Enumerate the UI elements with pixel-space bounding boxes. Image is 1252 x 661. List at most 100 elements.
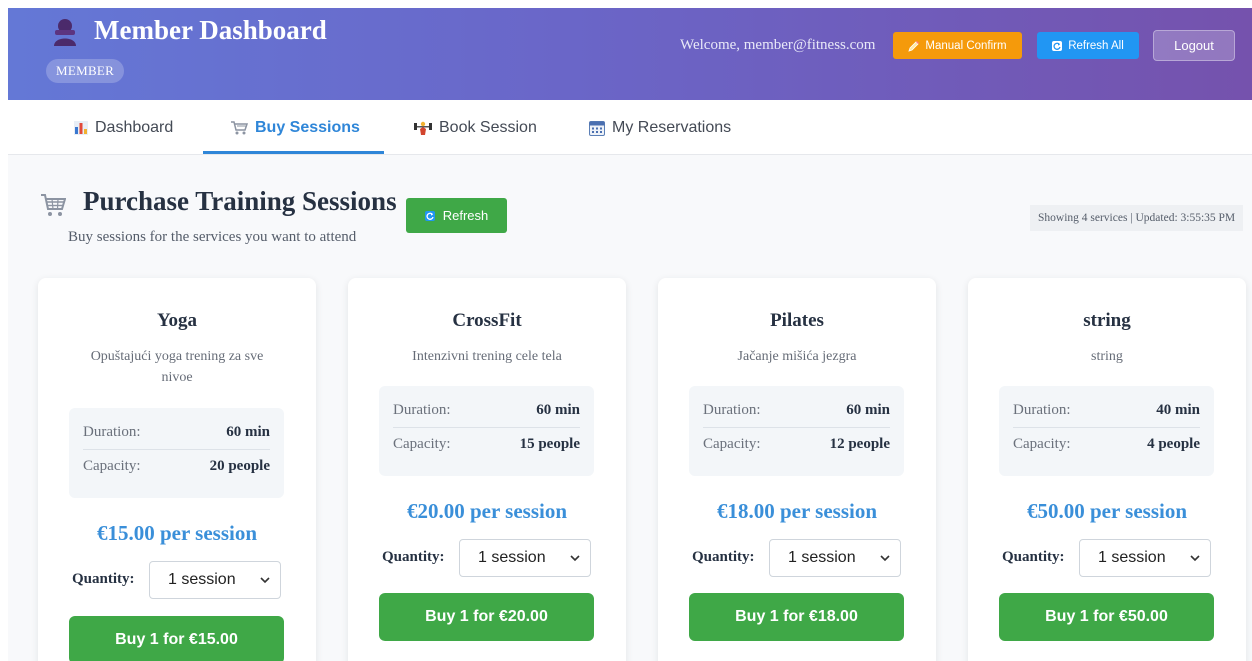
duration-value: 40 min (1156, 402, 1200, 418)
service-price: €15.00 per session (96, 521, 258, 545)
service-info-box: Duration: 60 min Capacity: 12 people (689, 386, 904, 476)
manual-confirm-button[interactable]: Manual Confirm (893, 32, 1022, 59)
duration-label: Duration: (1013, 402, 1071, 418)
service-name: string (1083, 310, 1131, 331)
capacity-value: 20 people (209, 458, 270, 474)
chevron-down-icon (880, 555, 890, 562)
service-description: Opuštajući yoga trening za sve nivoe (90, 349, 264, 385)
service-price: €20.00 per session (406, 499, 568, 523)
refresh-icon (1052, 40, 1063, 51)
quantity-value: 1 session (788, 549, 856, 566)
duration-label: Duration: (393, 402, 451, 418)
duration-value: 60 min (226, 424, 270, 440)
tab-my-reservations-label: My Reservations (612, 118, 732, 136)
tab-book-session[interactable]: Book Session (414, 100, 537, 155)
quantity-value: 1 session (168, 571, 236, 588)
capacity-row: Capacity: 4 people (1013, 433, 1200, 456)
capacity-label: Capacity: (83, 458, 141, 474)
duration-row: Duration: 60 min (83, 421, 270, 444)
capacity-row: Capacity: 15 people (393, 433, 580, 456)
service-price: €50.00 per session (1026, 499, 1188, 523)
capacity-label: Capacity: (1013, 436, 1071, 452)
info-divider (83, 449, 270, 450)
service-description: Intenzivni trening cele tela (412, 349, 562, 364)
chevron-down-icon (570, 555, 580, 562)
nav-tabs: Dashboard Buy Sessions Book Session My R… (8, 100, 1252, 155)
quantity-select[interactable]: 1 session (1079, 539, 1211, 577)
quantity-label: Quantity: (1002, 549, 1065, 565)
dashboard-header: Member Dashboard MEMBER Welcome, member@… (8, 8, 1252, 100)
quantity-select[interactable]: 1 session (459, 539, 591, 577)
weightlifter-icon (414, 121, 432, 135)
quantity-value: 1 session (478, 549, 546, 566)
capacity-value: 15 people (519, 436, 580, 452)
active-tab-indicator (203, 151, 384, 154)
service-info-box: Duration: 60 min Capacity: 20 people (69, 408, 284, 498)
tab-dashboard-label: Dashboard (95, 118, 174, 136)
service-card-pilates: Pilates Jačanje mišića jezgra Duration: … (658, 278, 936, 661)
tab-dashboard[interactable]: Dashboard (74, 100, 173, 155)
buy-button[interactable]: Buy 1 for €50.00 (999, 593, 1214, 641)
service-name: Pilates (770, 310, 824, 331)
capacity-value: 4 people (1147, 436, 1200, 452)
service-name: Yoga (156, 310, 198, 331)
buy-button[interactable]: Buy 1 for €18.00 (689, 593, 904, 641)
pencil-icon (908, 40, 920, 52)
quantity-value: 1 session (1098, 549, 1166, 566)
service-description: string (1091, 349, 1123, 364)
service-card-yoga: Yoga Opuštajući yoga trening za sve nivo… (38, 278, 316, 661)
app-frame: Member Dashboard MEMBER Welcome, member@… (8, 8, 1252, 661)
calendar-icon (589, 120, 605, 136)
refresh-label: Refresh (442, 208, 489, 223)
refresh-icon (424, 210, 435, 221)
capacity-label: Capacity: (703, 436, 761, 452)
section-title: Purchase Training Sessions (83, 186, 397, 216)
tab-book-session-label: Book Session (439, 118, 537, 136)
duration-row: Duration: 60 min (393, 399, 580, 422)
refresh-all-label: Refresh All (1068, 39, 1124, 52)
duration-label: Duration: (703, 402, 761, 418)
service-info-box: Duration: 40 min Capacity: 4 people (999, 386, 1214, 476)
service-description: Jačanje mišića jezgra (737, 349, 857, 364)
role-badge: MEMBER (46, 59, 125, 83)
buy-button[interactable]: Buy 1 for €20.00 (379, 593, 594, 641)
user-silhouette-icon (54, 19, 76, 46)
section-subtitle: Buy sessions for the services you want t… (68, 229, 357, 245)
refresh-all-button[interactable]: Refresh All (1037, 32, 1139, 59)
info-divider (1013, 427, 1200, 428)
manual-confirm-label: Manual Confirm (925, 39, 1007, 52)
welcome-text: Welcome, member@fitness.com (680, 37, 876, 53)
tab-buy-sessions[interactable]: Buy Sessions (230, 100, 360, 155)
tab-my-reservations[interactable]: My Reservations (589, 100, 731, 155)
buy-button[interactable]: Buy 1 for €15.00 (69, 616, 284, 661)
capacity-row: Capacity: 12 people (703, 433, 890, 456)
service-card-crossfit: CrossFit Intenzivni trening cele tela Du… (348, 278, 626, 661)
refresh-button[interactable]: Refresh (406, 198, 507, 233)
shopping-cart-icon (231, 121, 248, 135)
logout-button[interactable]: Logout (1153, 30, 1235, 61)
capacity-value: 12 people (829, 436, 890, 452)
shopping-cart-icon (41, 194, 66, 216)
duration-value: 60 min (536, 402, 580, 418)
info-divider (703, 427, 890, 428)
duration-label: Duration: (83, 424, 141, 440)
quantity-select[interactable]: 1 session (149, 561, 281, 599)
duration-value: 60 min (846, 402, 890, 418)
quantity-label: Quantity: (382, 549, 445, 565)
info-divider (393, 427, 580, 428)
services-status: Showing 4 services | Updated: 3:55:35 PM (1030, 205, 1244, 231)
quantity-label: Quantity: (692, 549, 755, 565)
chevron-down-icon (260, 577, 270, 584)
capacity-row: Capacity: 20 people (83, 455, 270, 478)
service-price: €18.00 per session (716, 499, 878, 523)
tab-buy-sessions-label: Buy Sessions (255, 118, 360, 136)
duration-row: Duration: 40 min (1013, 399, 1200, 422)
service-name: CrossFit (452, 310, 522, 331)
quantity-label: Quantity: (72, 571, 135, 587)
page-title: Member Dashboard (94, 15, 327, 45)
duration-row: Duration: 60 min (703, 399, 890, 422)
quantity-select[interactable]: 1 session (769, 539, 901, 577)
capacity-label: Capacity: (393, 436, 451, 452)
service-card-string: string string Duration: 40 min Capacity:… (968, 278, 1246, 661)
service-info-box: Duration: 60 min Capacity: 15 people (379, 386, 594, 476)
